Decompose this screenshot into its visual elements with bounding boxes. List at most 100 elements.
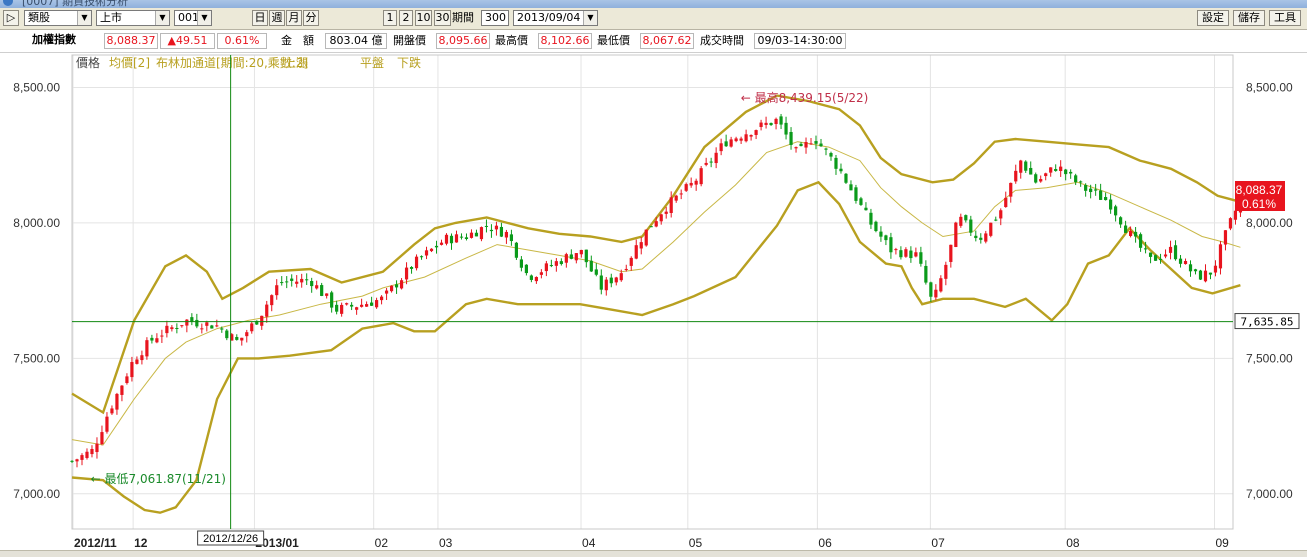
candle-down bbox=[1123, 225, 1128, 233]
candle-down bbox=[769, 122, 773, 126]
candle-up bbox=[1203, 270, 1208, 282]
candle-up bbox=[619, 273, 623, 281]
candle-up bbox=[904, 249, 908, 257]
candle-up bbox=[1049, 167, 1053, 173]
candle-down bbox=[290, 278, 294, 281]
candle-down bbox=[1158, 258, 1163, 260]
candle-up bbox=[624, 268, 628, 270]
chart-grid bbox=[72, 55, 1233, 529]
candle-up bbox=[699, 168, 703, 185]
y-tick-left: 8,500.00 bbox=[13, 81, 60, 95]
candle-up bbox=[260, 315, 264, 326]
candle-up bbox=[469, 232, 474, 238]
candle-down bbox=[844, 173, 848, 183]
candle-up bbox=[1223, 230, 1228, 245]
candle-down bbox=[1109, 199, 1113, 210]
legend-item: 下跌 bbox=[397, 55, 421, 70]
candle-down bbox=[150, 337, 154, 341]
candle-up bbox=[959, 216, 963, 226]
low-annotation: ← 最低7,061.87(11/21) bbox=[91, 472, 226, 486]
candle-down bbox=[330, 292, 334, 308]
candle-up bbox=[669, 197, 673, 213]
candle-up bbox=[325, 293, 329, 296]
candle-up bbox=[1213, 265, 1218, 273]
candle-down bbox=[649, 226, 653, 228]
y-tick-right: 7,000.00 bbox=[1246, 487, 1293, 501]
price-chart[interactable]: 8,500.00 8,500.00 8,000.00 8,000.00 7,500.00… bbox=[0, 0, 1307, 550]
candle-up bbox=[160, 335, 164, 337]
candle-up bbox=[744, 134, 748, 142]
y-tick-left: 8,000.00 bbox=[13, 216, 60, 230]
candle-up bbox=[105, 416, 109, 432]
candle-down bbox=[779, 116, 783, 125]
candle-down bbox=[220, 328, 224, 330]
candle-down bbox=[409, 267, 414, 269]
candle-down bbox=[909, 250, 913, 259]
candle-down bbox=[1133, 231, 1138, 237]
candle-down bbox=[874, 221, 878, 232]
candle-up bbox=[399, 280, 404, 289]
x-tick-label: 08 bbox=[1066, 536, 1080, 550]
candle-up bbox=[574, 253, 578, 261]
candle-down bbox=[839, 168, 843, 172]
candle-up bbox=[714, 152, 718, 164]
last-price-value: 8,088.37 bbox=[1236, 183, 1283, 197]
candle-down bbox=[320, 285, 324, 296]
candle-up bbox=[614, 277, 618, 283]
candle-down bbox=[225, 330, 229, 339]
candle-down bbox=[394, 284, 399, 288]
x-tick-label: 09 bbox=[1215, 536, 1229, 550]
candle-up bbox=[704, 162, 708, 165]
candle-up bbox=[245, 332, 249, 337]
plot-area bbox=[71, 54, 1234, 530]
candle-up bbox=[1019, 160, 1023, 173]
candle-up bbox=[729, 139, 733, 147]
candle-up bbox=[719, 143, 723, 152]
candle-down bbox=[1084, 185, 1088, 191]
candle-down bbox=[799, 143, 803, 147]
candle-down bbox=[599, 275, 603, 290]
candle-up bbox=[404, 267, 409, 280]
candle-down bbox=[1024, 161, 1028, 171]
candle-up bbox=[265, 304, 269, 317]
candle-up bbox=[355, 307, 359, 310]
candle-down bbox=[175, 327, 179, 329]
candle-down bbox=[1143, 248, 1148, 250]
candle-up bbox=[739, 138, 743, 141]
candle-up bbox=[115, 393, 119, 410]
candle-down bbox=[434, 245, 439, 248]
candle-down bbox=[370, 302, 374, 306]
candle-up bbox=[804, 142, 808, 148]
candle-up bbox=[679, 193, 683, 195]
candle-down bbox=[1104, 197, 1108, 201]
candle-up bbox=[639, 242, 643, 249]
candle-up bbox=[604, 279, 608, 291]
candle-up bbox=[999, 210, 1003, 219]
candle-up bbox=[85, 451, 89, 458]
candle-down bbox=[1138, 234, 1143, 248]
crosshair-date: 2012/12/26 bbox=[203, 533, 258, 545]
candle-down bbox=[1089, 188, 1093, 193]
candle-up bbox=[429, 248, 434, 252]
high-annotation: ← 最高8,439.15(5/22) bbox=[741, 90, 869, 105]
candle-up bbox=[384, 290, 389, 294]
candle-down bbox=[569, 254, 573, 259]
candle-down bbox=[549, 265, 553, 267]
candle-down bbox=[474, 232, 479, 237]
candle-down bbox=[834, 157, 838, 169]
candle-up bbox=[250, 323, 254, 332]
candle-up bbox=[764, 122, 768, 125]
candle-up bbox=[504, 231, 509, 238]
candle-down bbox=[899, 250, 903, 258]
candle-up bbox=[1039, 179, 1043, 182]
candle-up bbox=[939, 278, 943, 292]
x-tick-label: 07 bbox=[931, 536, 945, 550]
candle-up bbox=[914, 252, 918, 257]
candle-up bbox=[389, 285, 394, 292]
candle-down bbox=[524, 264, 528, 274]
candle-up bbox=[1004, 197, 1008, 208]
candle-up bbox=[1059, 166, 1063, 172]
candle-up bbox=[774, 118, 778, 125]
candle-down bbox=[964, 215, 968, 221]
candle-down bbox=[459, 236, 464, 238]
